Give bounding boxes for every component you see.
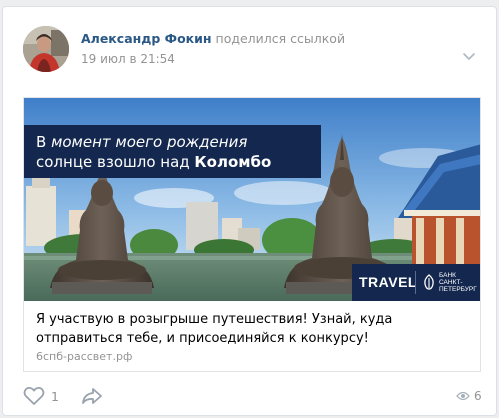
author-action-text: поделился ссылкой xyxy=(215,31,346,46)
views-count: 6 xyxy=(474,389,482,403)
bank-logo-line-3: ПЕТЕРБУРГ xyxy=(439,286,477,293)
feed-post: Александр Фокин поделился ссылкой 19 июл… xyxy=(2,6,497,416)
eye-icon xyxy=(456,391,470,401)
headline-line-1-italic: момент моего рождения xyxy=(51,133,248,151)
bank-logo-line-1: БАНК xyxy=(439,272,456,279)
headline-line-2: солнце взошло над Коломбо xyxy=(36,152,321,172)
post-date-link[interactable]: 19 июл в 21:54 xyxy=(81,52,175,66)
travel-logo-bar: TRAVEL БАНК САНКТ- ПЕТЕРБУРГ xyxy=(352,264,480,301)
avatar[interactable] xyxy=(23,26,69,72)
banner-headline: В момент моего рождения солнце взошло на… xyxy=(24,125,321,178)
logo-divider xyxy=(415,271,416,294)
link-card-domain: 6спб-рассвет.рф xyxy=(36,350,133,363)
author-name-link[interactable]: Александр Фокин xyxy=(81,31,212,46)
avatar-photo xyxy=(23,26,69,72)
headline-line-1-prefix: В xyxy=(36,133,52,151)
link-card[interactable]: В момент моего рождения солнце взошло на… xyxy=(23,97,481,372)
chevron-down-icon[interactable] xyxy=(462,51,476,61)
share-arrow-icon[interactable] xyxy=(81,387,103,405)
headline-line-2-prefix: солнце взошло над xyxy=(36,153,195,171)
post-author-line: Александр Фокин поделился ссылкой xyxy=(81,31,345,46)
link-card-title[interactable]: Я участвую в розыгрыше путешествия! Узна… xyxy=(36,310,456,348)
heart-icon[interactable] xyxy=(23,386,45,406)
bank-logo-line-2: САНКТ- xyxy=(439,279,463,286)
travel-logo-text: TRAVEL xyxy=(359,274,417,290)
headline-line-2-bold: Коломбо xyxy=(194,153,272,171)
bank-logo-icon xyxy=(424,274,434,290)
bank-logo-text: БАНК САНКТ- ПЕТЕРБУРГ xyxy=(439,272,477,293)
headline-line-1: В момент моего рождения xyxy=(36,132,321,152)
like-count: 1 xyxy=(51,389,59,404)
